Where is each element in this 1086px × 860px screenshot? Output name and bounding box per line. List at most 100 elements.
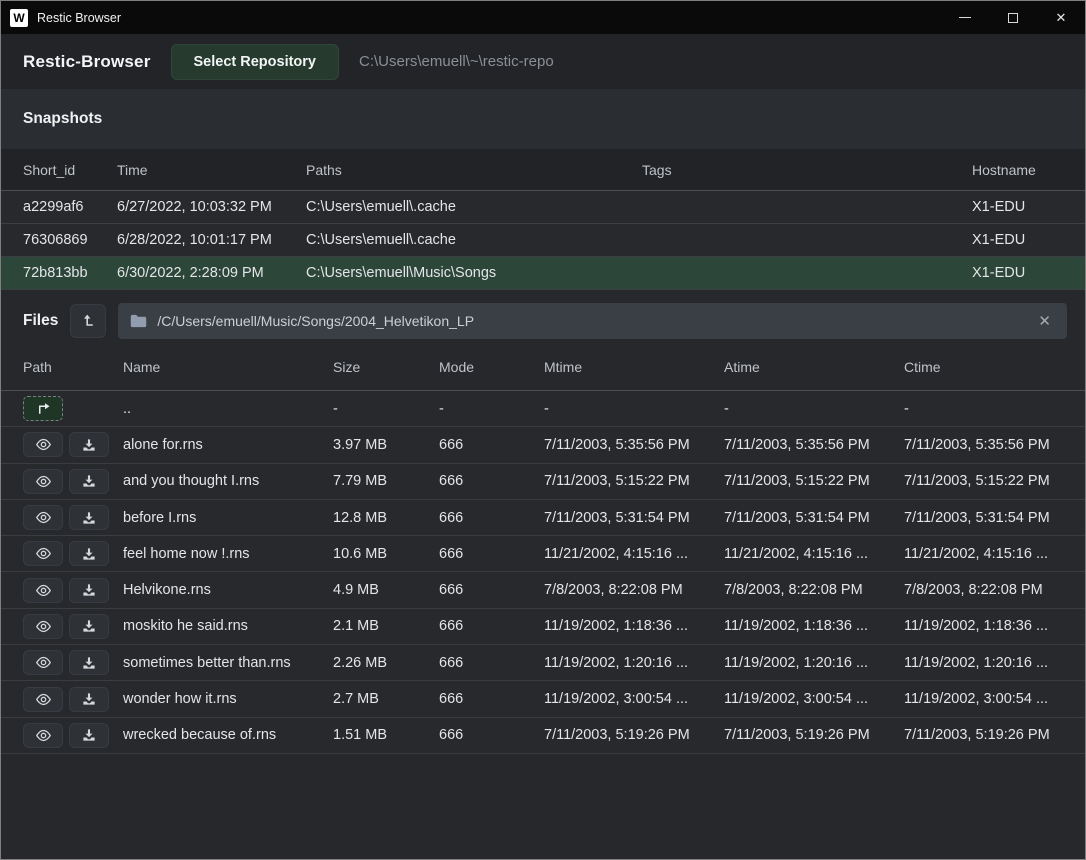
- snapshot-hostname: X1-EDU: [972, 199, 1085, 215]
- snapshot-row[interactable]: a2299af6 6/27/2022, 10:03:32 PM C:\Users…: [1, 191, 1085, 224]
- file-size: 4.9 MB: [333, 582, 439, 598]
- file-row[interactable]: and you thought I.rns 7.79 MB 666 7/11/2…: [1, 464, 1085, 500]
- preview-file-button[interactable]: [23, 650, 63, 675]
- preview-file-button[interactable]: [23, 614, 63, 639]
- download-file-button[interactable]: [69, 723, 109, 748]
- wails-logo-icon: W: [10, 9, 28, 27]
- file-mtime: 7/11/2003, 5:31:54 PM: [544, 510, 724, 526]
- file-row[interactable]: moskito he said.rns 2.1 MB 666 11/19/200…: [1, 609, 1085, 645]
- file-mode: -: [439, 401, 544, 417]
- snapshots-table: a2299af6 6/27/2022, 10:03:32 PM C:\Users…: [1, 191, 1085, 290]
- preview-file-button[interactable]: [23, 578, 63, 603]
- snapshots-table-header: Short_id Time Paths Tags Hostname: [1, 149, 1085, 191]
- files-table-header: Path Name Size Mode Mtime Atime Ctime: [1, 343, 1085, 391]
- preview-file-button[interactable]: [23, 469, 63, 494]
- file-atime: 7/11/2003, 5:19:26 PM: [724, 727, 904, 743]
- preview-file-button[interactable]: [23, 723, 63, 748]
- column-header-name: Name: [123, 359, 333, 375]
- file-name: ..: [123, 401, 333, 417]
- file-atime: -: [724, 401, 904, 417]
- file-ctime: -: [904, 401, 1085, 417]
- repository-path: C:\Users\emuell\~\restic-repo: [359, 53, 554, 70]
- file-row[interactable]: before I.rns 12.8 MB 666 7/11/2003, 5:31…: [1, 500, 1085, 536]
- preview-file-button[interactable]: [23, 505, 63, 530]
- file-ctime: 11/19/2002, 1:20:16 ...: [904, 655, 1085, 671]
- minimize-button[interactable]: [941, 1, 989, 34]
- snapshot-row[interactable]: 72b813bb 6/30/2022, 2:28:09 PM C:\Users\…: [1, 257, 1085, 290]
- file-name: moskito he said.rns: [123, 618, 333, 634]
- download-file-button[interactable]: [69, 578, 109, 603]
- download-file-button[interactable]: [69, 687, 109, 712]
- file-atime: 7/11/2003, 5:31:54 PM: [724, 510, 904, 526]
- app-title: Restic-Browser: [23, 52, 151, 72]
- maximize-icon: [1008, 13, 1018, 23]
- file-size: 3.97 MB: [333, 437, 439, 453]
- eye-icon: [35, 729, 52, 742]
- file-size: -: [333, 401, 439, 417]
- column-header-atime: Atime: [724, 359, 904, 375]
- preview-file-button[interactable]: [23, 687, 63, 712]
- file-ctime: 11/21/2002, 4:15:16 ...: [904, 546, 1085, 562]
- eye-icon: [35, 475, 52, 488]
- clear-path-button[interactable]: ✕: [1034, 310, 1055, 332]
- file-atime: 7/8/2003, 8:22:08 PM: [724, 582, 904, 598]
- file-row[interactable]: feel home now !.rns 10.6 MB 666 11/21/20…: [1, 536, 1085, 572]
- eye-icon: [35, 656, 52, 669]
- file-row[interactable]: wonder how it.rns 2.7 MB 666 11/19/2002,…: [1, 681, 1085, 717]
- file-name: before I.rns: [123, 510, 333, 526]
- file-name: feel home now !.rns: [123, 546, 333, 562]
- file-mtime: 11/19/2002, 3:00:54 ...: [544, 691, 724, 707]
- download-file-button[interactable]: [69, 469, 109, 494]
- minimize-icon: [959, 17, 971, 18]
- download-file-button[interactable]: [69, 505, 109, 530]
- file-row[interactable]: sometimes better than.rns 2.26 MB 666 11…: [1, 645, 1085, 681]
- snapshot-short-id: a2299af6: [23, 199, 117, 215]
- file-mtime: 11/21/2002, 4:15:16 ...: [544, 546, 724, 562]
- download-icon: [82, 583, 96, 597]
- path-breadcrumb[interactable]: /C/Users/emuell/Music/Songs/2004_Helveti…: [118, 303, 1067, 339]
- file-row[interactable]: wrecked because of.rns 1.51 MB 666 7/11/…: [1, 718, 1085, 754]
- file-mode: 666: [439, 582, 544, 598]
- file-name: alone for.rns: [123, 437, 333, 453]
- eye-icon: [35, 547, 52, 560]
- file-mtime: 7/11/2003, 5:35:56 PM: [544, 437, 724, 453]
- file-row[interactable]: Helvikone.rns 4.9 MB 666 7/8/2003, 8:22:…: [1, 572, 1085, 608]
- file-atime: 11/21/2002, 4:15:16 ...: [724, 546, 904, 562]
- download-file-button[interactable]: [69, 541, 109, 566]
- folder-icon: [130, 314, 147, 328]
- level-up-icon: [80, 313, 96, 329]
- file-atime: 11/19/2002, 1:20:16 ...: [724, 655, 904, 671]
- window-title: Restic Browser: [37, 11, 121, 25]
- select-repository-button[interactable]: Select Repository: [171, 44, 340, 80]
- snapshot-paths: C:\Users\emuell\.cache: [306, 232, 642, 248]
- parent-directory-row[interactable]: .. - - - - -: [1, 391, 1085, 427]
- file-atime: 11/19/2002, 3:00:54 ...: [724, 691, 904, 707]
- download-icon: [82, 656, 96, 670]
- files-bar: Files /C/Users/emuell/Music/Songs/2004_H…: [1, 299, 1085, 343]
- file-size: 2.7 MB: [333, 691, 439, 707]
- download-icon: [82, 511, 96, 525]
- file-ctime: 7/11/2003, 5:19:26 PM: [904, 727, 1085, 743]
- go-up-directory-button[interactable]: [23, 396, 63, 421]
- column-header-ctime: Ctime: [904, 359, 1085, 375]
- file-name: wonder how it.rns: [123, 691, 333, 707]
- file-size: 1.51 MB: [333, 727, 439, 743]
- column-header-paths: Paths: [306, 162, 642, 178]
- close-button[interactable]: ✕: [1037, 1, 1085, 34]
- maximize-button[interactable]: [989, 1, 1037, 34]
- download-file-button[interactable]: [69, 614, 109, 639]
- close-icon: ✕: [1056, 10, 1067, 26]
- preview-file-button[interactable]: [23, 541, 63, 566]
- snapshot-hostname: X1-EDU: [972, 265, 1085, 281]
- snapshot-paths: C:\Users\emuell\Music\Songs: [306, 265, 642, 281]
- snapshot-row[interactable]: 76306869 6/28/2022, 10:01:17 PM C:\Users…: [1, 224, 1085, 257]
- download-file-button[interactable]: [69, 650, 109, 675]
- download-file-button[interactable]: [69, 432, 109, 457]
- file-mtime: 11/19/2002, 1:18:36 ...: [544, 618, 724, 634]
- download-icon: [82, 474, 96, 488]
- column-header-tags: Tags: [642, 162, 972, 178]
- preview-file-button[interactable]: [23, 432, 63, 457]
- level-up-button[interactable]: [70, 304, 106, 338]
- file-row[interactable]: alone for.rns 3.97 MB 666 7/11/2003, 5:3…: [1, 427, 1085, 463]
- file-mode: 666: [439, 618, 544, 634]
